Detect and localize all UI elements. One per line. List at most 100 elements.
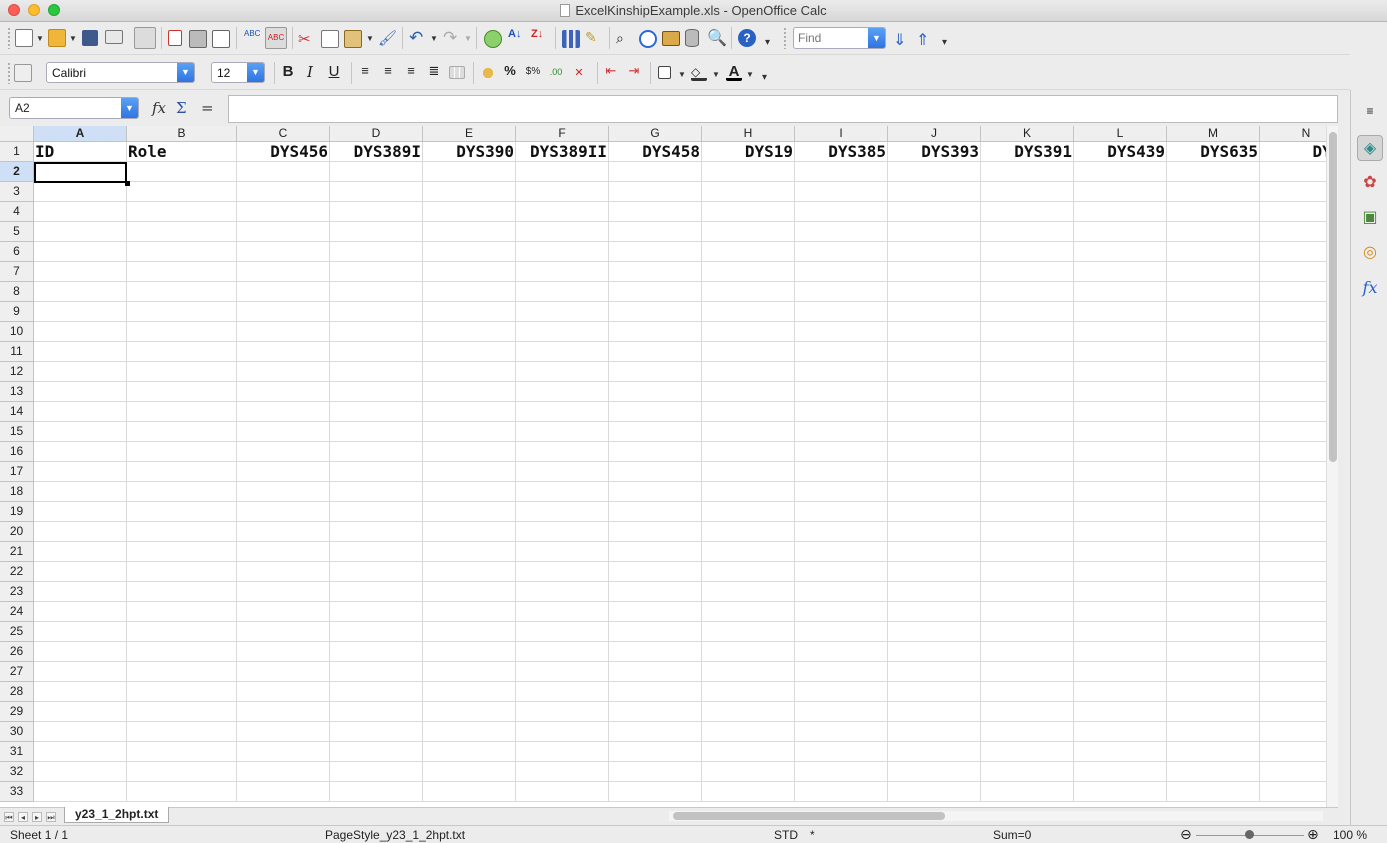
cell-c29[interactable] xyxy=(237,702,330,722)
cell-m2[interactable] xyxy=(1167,162,1260,182)
cell-h17[interactable] xyxy=(702,462,795,482)
cell-m19[interactable] xyxy=(1167,502,1260,522)
cell-j2[interactable] xyxy=(888,162,981,182)
cell-h19[interactable] xyxy=(702,502,795,522)
cell-g12[interactable] xyxy=(609,362,702,382)
cell-l13[interactable] xyxy=(1074,382,1167,402)
autospellcheck-icon[interactable]: ABC xyxy=(265,27,287,49)
cell-h4[interactable] xyxy=(702,202,795,222)
cell-i13[interactable] xyxy=(795,382,888,402)
cell-m22[interactable] xyxy=(1167,562,1260,582)
increase-indent-icon[interactable]: ⇥ xyxy=(626,63,642,79)
cell-d11[interactable] xyxy=(330,342,423,362)
cell-m12[interactable] xyxy=(1167,362,1260,382)
cell-c27[interactable] xyxy=(237,662,330,682)
cell-k10[interactable] xyxy=(981,322,1074,342)
cell-n2[interactable] xyxy=(1260,162,1326,182)
font-name-dropdown-button[interactable]: ▼ xyxy=(177,63,194,82)
standard-format-icon[interactable]: $% xyxy=(525,66,541,77)
cell-d22[interactable] xyxy=(330,562,423,582)
header-cell-i1[interactable]: DYS385 xyxy=(795,142,888,162)
cell-n27[interactable] xyxy=(1260,662,1326,682)
cell-k24[interactable] xyxy=(981,602,1074,622)
cell-f29[interactable] xyxy=(516,702,609,722)
cell-m17[interactable] xyxy=(1167,462,1260,482)
cell-k22[interactable] xyxy=(981,562,1074,582)
cell-d10[interactable] xyxy=(330,322,423,342)
header-cell-n1[interactable]: DYS3 xyxy=(1260,142,1326,162)
column-header-e[interactable]: E xyxy=(423,126,516,142)
cell-m33[interactable] xyxy=(1167,782,1260,802)
fill-handle[interactable] xyxy=(125,181,130,186)
cell-f5[interactable] xyxy=(516,222,609,242)
row-header-17[interactable]: 17 xyxy=(0,462,34,482)
cell-n19[interactable] xyxy=(1260,502,1326,522)
cell-f17[interactable] xyxy=(516,462,609,482)
cell-c7[interactable] xyxy=(237,262,330,282)
last-sheet-button[interactable]: ⏭ xyxy=(46,812,56,822)
row-header-33[interactable]: 33 xyxy=(0,782,34,802)
cell-e16[interactable] xyxy=(423,442,516,462)
cell-g22[interactable] xyxy=(609,562,702,582)
cell-m14[interactable] xyxy=(1167,402,1260,422)
currency-format-icon[interactable] xyxy=(480,65,496,81)
cell-a23[interactable] xyxy=(34,582,127,602)
cell-m23[interactable] xyxy=(1167,582,1260,602)
row-header-21[interactable]: 21 xyxy=(0,542,34,562)
cell-k16[interactable] xyxy=(981,442,1074,462)
sidebar-menu-icon[interactable]: ≡ xyxy=(1357,98,1383,124)
cell-k14[interactable] xyxy=(981,402,1074,422)
row-header-24[interactable]: 24 xyxy=(0,602,34,622)
zoom-slider-knob[interactable] xyxy=(1245,830,1254,839)
italic-button[interactable]: I xyxy=(302,63,318,81)
font-size-combobox[interactable]: 12 ▼ xyxy=(211,62,265,83)
cell-d20[interactable] xyxy=(330,522,423,542)
cell-i23[interactable] xyxy=(795,582,888,602)
cell-b21[interactable] xyxy=(127,542,237,562)
cell-b27[interactable] xyxy=(127,662,237,682)
cell-a33[interactable] xyxy=(34,782,127,802)
cell-d21[interactable] xyxy=(330,542,423,562)
cell-m5[interactable] xyxy=(1167,222,1260,242)
cell-i33[interactable] xyxy=(795,782,888,802)
cell-l21[interactable] xyxy=(1074,542,1167,562)
cell-c23[interactable] xyxy=(237,582,330,602)
cell-d27[interactable] xyxy=(330,662,423,682)
data-sources-icon[interactable] xyxy=(685,29,699,47)
cell-g25[interactable] xyxy=(609,622,702,642)
column-header-d[interactable]: D xyxy=(330,126,423,142)
cell-j6[interactable] xyxy=(888,242,981,262)
cell-b29[interactable] xyxy=(127,702,237,722)
sort-ascending-icon[interactable]: A↓ xyxy=(508,28,526,46)
cell-f25[interactable] xyxy=(516,622,609,642)
cell-m32[interactable] xyxy=(1167,762,1260,782)
cell-g19[interactable] xyxy=(609,502,702,522)
cell-g11[interactable] xyxy=(609,342,702,362)
cell-a25[interactable] xyxy=(34,622,127,642)
font-size-dropdown-button[interactable]: ▼ xyxy=(247,63,264,82)
cell-c3[interactable] xyxy=(237,182,330,202)
cell-i7[interactable] xyxy=(795,262,888,282)
cell-i20[interactable] xyxy=(795,522,888,542)
cell-d26[interactable] xyxy=(330,642,423,662)
sheet-tab[interactable]: y23_1_2hpt.txt xyxy=(64,807,170,823)
header-cell-c1[interactable]: DYS456 xyxy=(237,142,330,162)
cell-g21[interactable] xyxy=(609,542,702,562)
cell-m28[interactable] xyxy=(1167,682,1260,702)
cell-f12[interactable] xyxy=(516,362,609,382)
cell-j7[interactable] xyxy=(888,262,981,282)
cell-b7[interactable] xyxy=(127,262,237,282)
column-header-b[interactable]: B xyxy=(127,126,237,142)
find-input[interactable] xyxy=(798,31,868,45)
cell-k26[interactable] xyxy=(981,642,1074,662)
cell-h28[interactable] xyxy=(702,682,795,702)
merge-cells-icon[interactable] xyxy=(449,66,465,79)
align-center-icon[interactable]: ≡ xyxy=(380,63,396,78)
cell-k15[interactable] xyxy=(981,422,1074,442)
row-header-25[interactable]: 25 xyxy=(0,622,34,642)
cell-c25[interactable] xyxy=(237,622,330,642)
align-left-icon[interactable]: ≡ xyxy=(357,63,373,78)
cell-b17[interactable] xyxy=(127,462,237,482)
cell-l26[interactable] xyxy=(1074,642,1167,662)
cell-l9[interactable] xyxy=(1074,302,1167,322)
